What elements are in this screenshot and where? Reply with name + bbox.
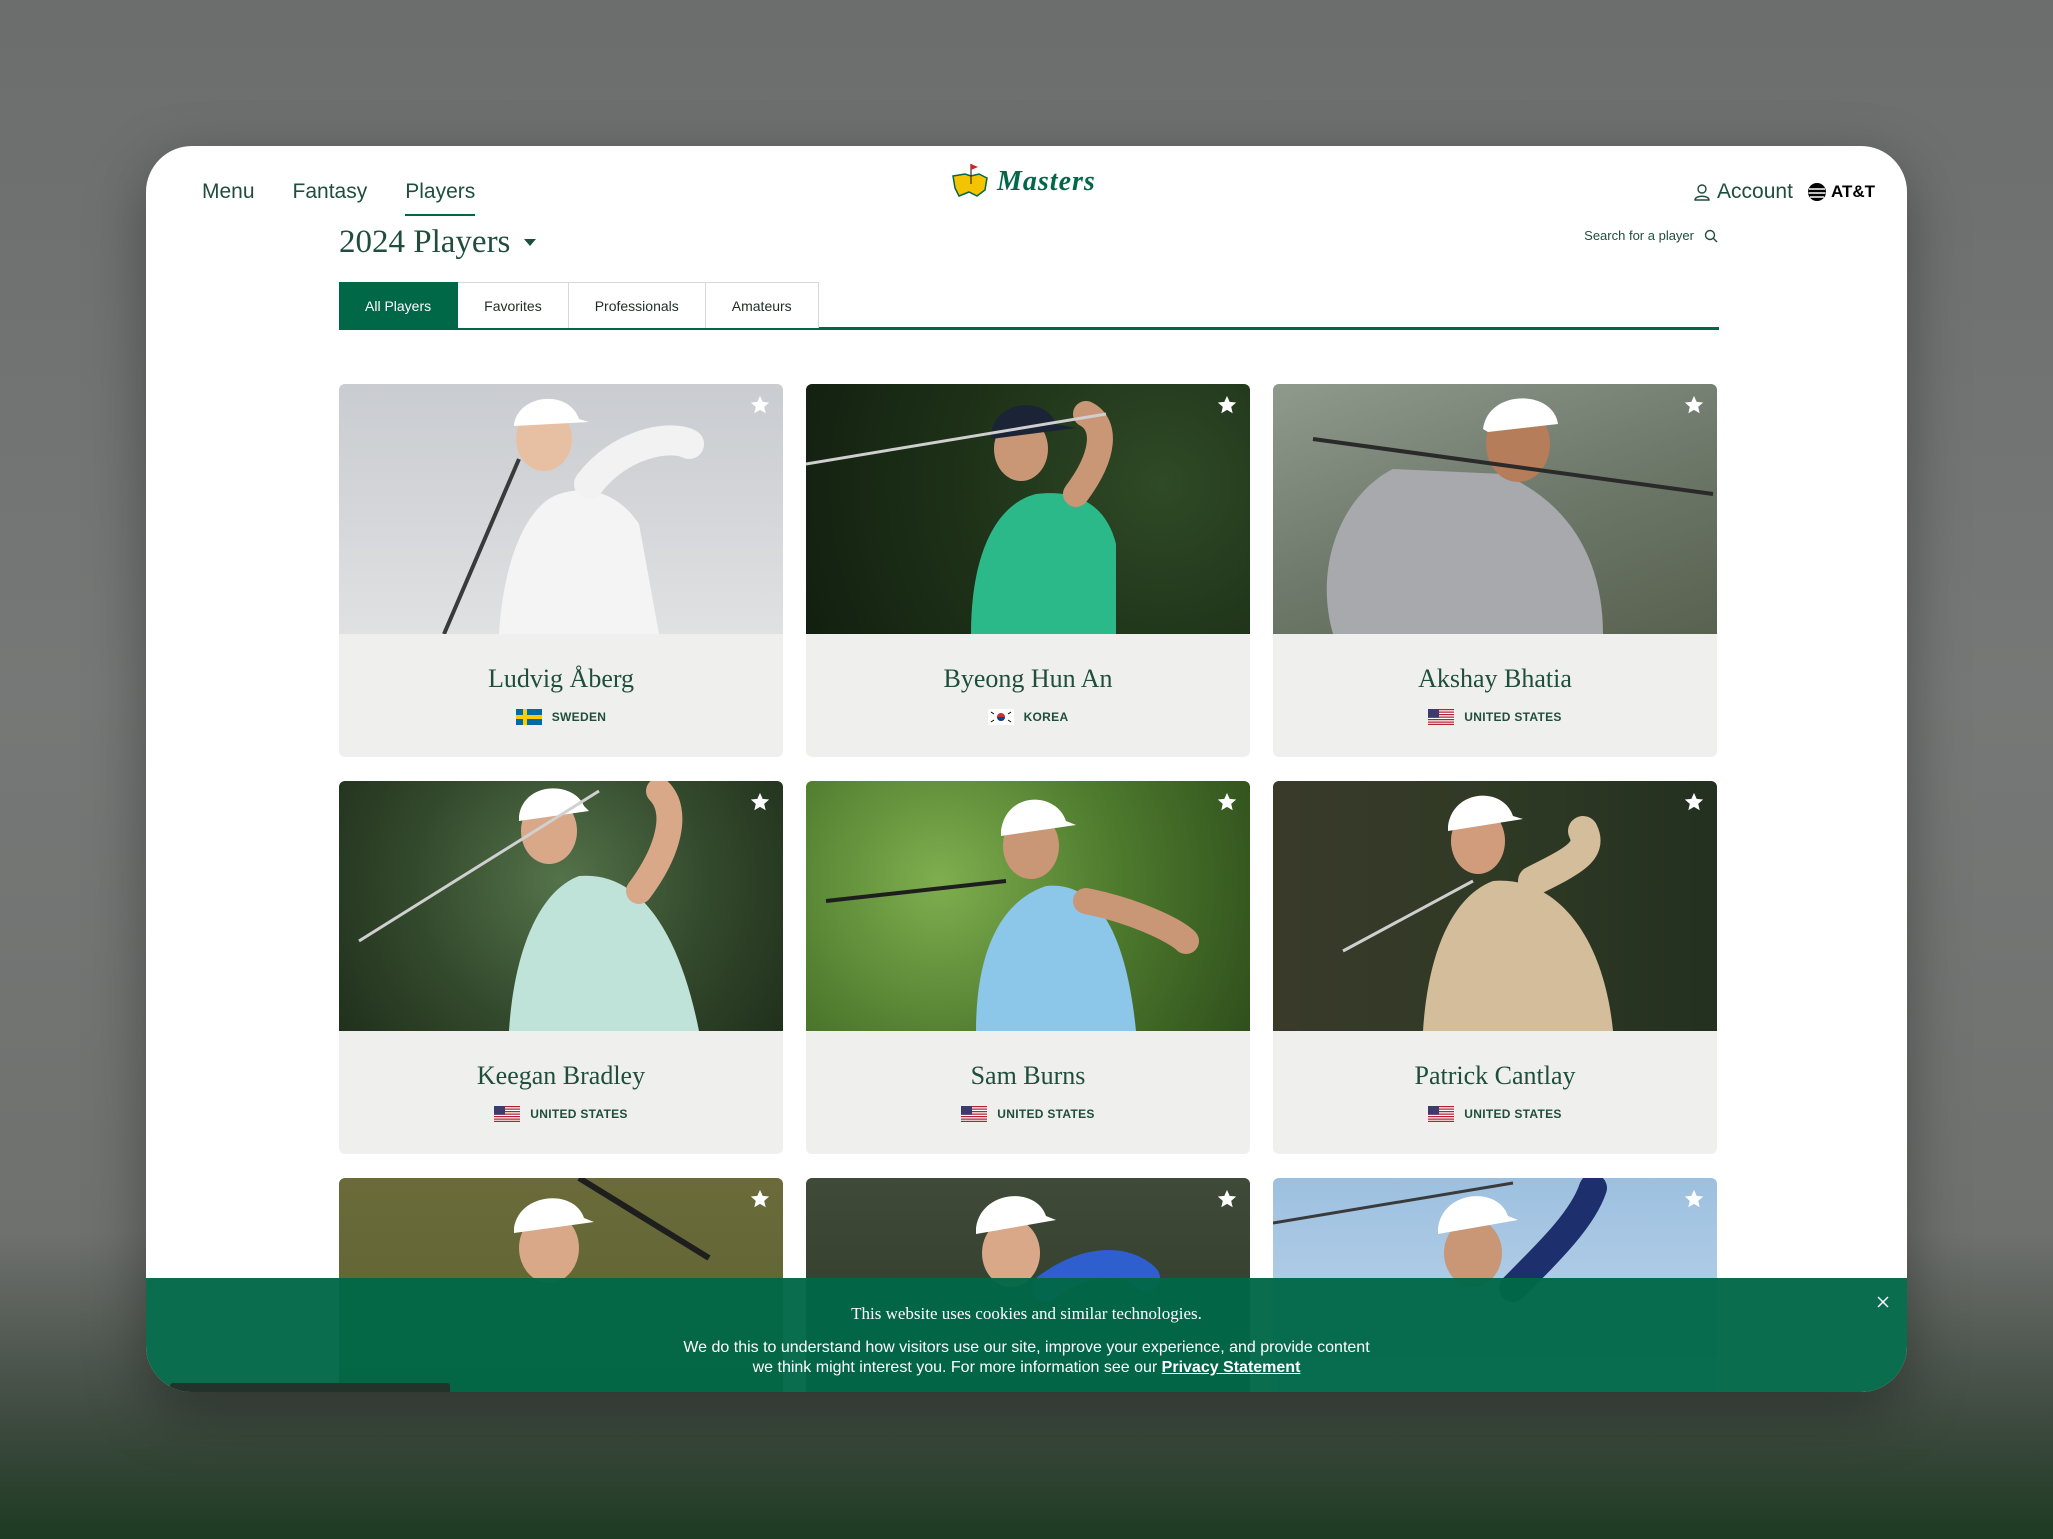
country-label: UNITED STATES [1464,710,1562,724]
player-name: Akshay Bhatia [1418,664,1572,693]
chevron-down-icon [524,239,537,246]
player-name: Byeong Hun An [943,664,1113,693]
favorite-star-icon[interactable] [749,394,771,416]
masters-logo[interactable]: Masters [949,162,1096,202]
country-label: KOREA [1023,710,1069,724]
player-card[interactable]: Sam Burns UNITED STATES [806,781,1250,1154]
user-icon [1694,184,1710,201]
player-name: Sam Burns [970,1061,1086,1090]
player-photo [806,384,1250,634]
page-title: 2024 Players [339,224,511,260]
page-title-dropdown[interactable]: 2024 Players [339,224,537,261]
account-label: Account [1717,180,1793,203]
player-photo [1273,781,1717,1031]
tab-favorites[interactable]: Favorites [458,282,569,328]
us-flag-icon [494,1106,521,1122]
player-card[interactable]: Ludvig Åberg SWEDEN [339,384,783,757]
country-label: UNITED STATES [1464,1107,1562,1121]
favorite-star-icon[interactable] [1216,1188,1238,1210]
tab-amateurs[interactable]: Amateurs [705,282,819,328]
sweden-flag-icon [515,709,542,725]
nav-fantasy[interactable]: Fantasy [293,180,368,216]
nav-menu[interactable]: Menu [202,180,255,216]
cookie-banner: This website uses cookies and similar te… [146,1278,1907,1392]
nav-right: Account AT&T [1693,180,1875,204]
korea-flag-icon [987,709,1014,725]
favorite-star-icon[interactable] [1216,394,1238,416]
close-icon[interactable] [1875,1294,1891,1310]
account-link[interactable]: Account [1693,180,1793,204]
player-photo [339,384,783,634]
favorite-star-icon[interactable] [1683,1188,1705,1210]
favorite-star-icon[interactable] [749,791,771,813]
player-card[interactable]: Patrick Cantlay UNITED STATES [1273,781,1717,1154]
us-flag-icon [1428,1106,1455,1122]
player-photo [806,781,1250,1031]
player-country: UNITED STATES [1273,709,1717,725]
player-card[interactable]: Akshay Bhatia UNITED STATES [1273,384,1717,757]
tab-all-players[interactable]: All Players [339,282,459,328]
player-card[interactable]: Byeong Hun An KOREA [806,384,1250,757]
favorite-star-icon[interactable] [1683,791,1705,813]
player-filter-tabs: All Players Favorites Professionals Amat… [339,282,1719,330]
cookie-line-2: we think might interest you. For more in… [752,1359,1158,1376]
augusta-map-logo-icon [952,164,988,197]
country-label: UNITED STATES [530,1107,628,1121]
favorite-star-icon[interactable] [1216,791,1238,813]
search-placeholder: Search for a player [1584,228,1694,243]
browser-window: Menu Fantasy Players Masters Account AT&… [146,146,1907,1392]
tab-professionals[interactable]: Professionals [568,282,706,328]
att-globe-icon [1807,183,1826,201]
player-photo [1273,384,1717,634]
browser-status-bar [170,1383,450,1392]
att-label: AT&T [1830,182,1875,201]
cookie-line-1: We do this to understand how visitors us… [683,1339,1370,1356]
favorite-star-icon[interactable] [1683,394,1705,416]
us-flag-icon [961,1106,988,1122]
player-card[interactable]: Keegan Bradley UNITED STATES [339,781,783,1154]
logo-wordmark: Masters [997,166,1096,197]
favorite-star-icon[interactable] [749,1188,771,1210]
player-name: Ludvig Åberg [487,664,635,693]
country-label: SWEDEN [551,710,607,724]
att-sponsor-logo[interactable]: AT&T [1807,182,1875,202]
country-label: UNITED STATES [997,1107,1095,1121]
player-country: UNITED STATES [339,1106,783,1122]
player-photo [339,781,783,1031]
cookie-title: This website uses cookies and similar te… [851,1304,1202,1323]
player-name: Keegan Bradley [476,1061,646,1090]
privacy-statement-link[interactable]: Privacy Statement [1162,1359,1301,1376]
top-nav: Menu Fantasy Players [202,180,476,216]
player-country: KOREA [806,709,1250,725]
search-icon [1704,229,1718,242]
player-search[interactable]: Search for a player [1584,228,1718,243]
cookie-line-2-wrap: we think might interest you. For more in… [146,1358,1907,1378]
player-country: SWEDEN [339,709,783,725]
us-flag-icon [1428,709,1455,725]
player-name: Patrick Cantlay [1414,1061,1576,1090]
player-country: UNITED STATES [1273,1106,1717,1122]
nav-players[interactable]: Players [405,180,476,216]
cookie-message: We do this to understand how visitors us… [146,1338,1907,1378]
player-country: UNITED STATES [806,1106,1250,1122]
